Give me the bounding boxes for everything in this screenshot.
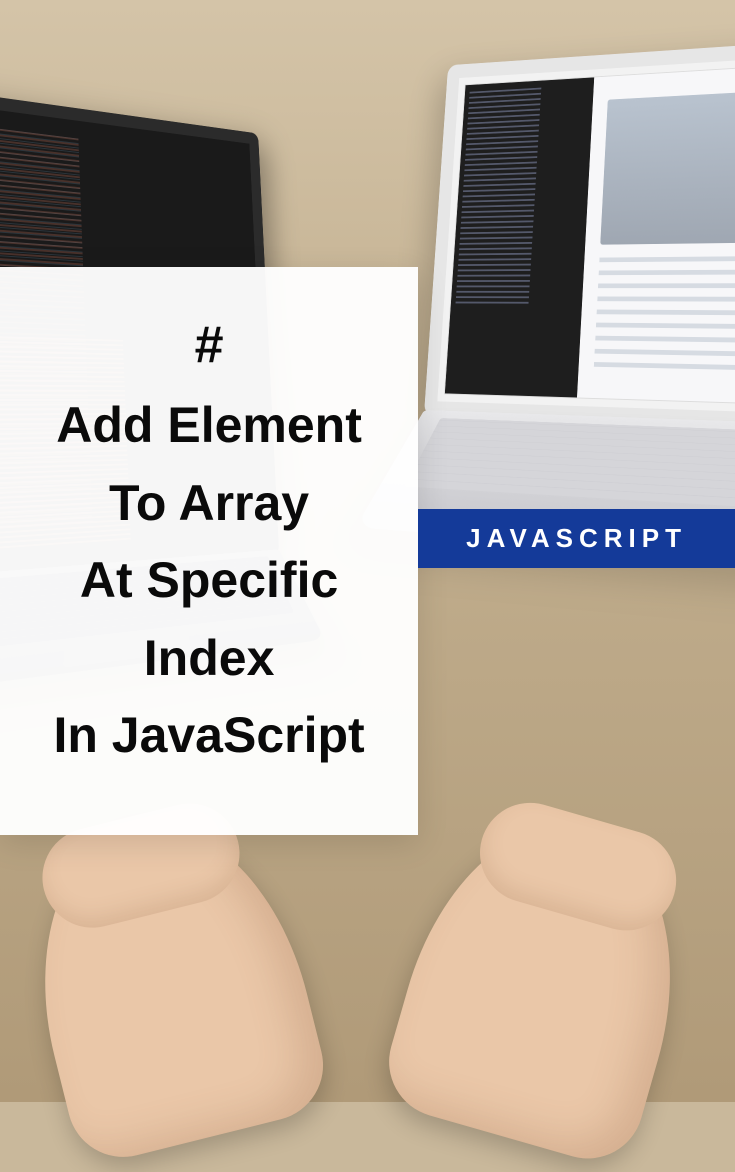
right-laptop-screen — [424, 38, 735, 431]
hash-symbol: # — [28, 315, 390, 375]
title-line-4: In JavaScript — [28, 697, 390, 775]
title-line-2: To Array — [28, 465, 390, 543]
title-line-3: At Specific Index — [28, 542, 390, 697]
webpage-panel — [577, 63, 735, 405]
title-line-1: Add Element — [28, 387, 390, 465]
code-panel — [445, 77, 595, 397]
right-laptop-window — [444, 62, 735, 406]
title-card: # Add Element To Array At Specific Index… — [0, 267, 418, 835]
right-laptop — [416, 38, 735, 556]
category-tag: JAVASCRIPT — [418, 509, 735, 568]
